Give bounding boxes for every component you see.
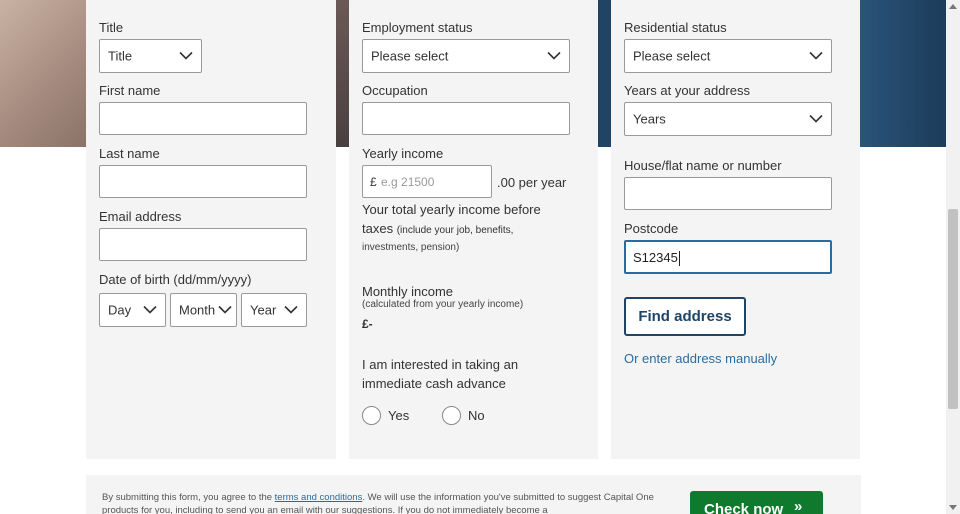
cash-advance-yes-radio[interactable] (362, 406, 381, 425)
consent-text-start: By submitting this form, you agree to th… (102, 492, 275, 503)
income-help-line2: taxes (include your job, benefits, (362, 221, 513, 236)
cash-advance-yes-label[interactable]: Yes (388, 408, 409, 423)
employment-panel: Employment status Please select Occupati… (349, 0, 598, 459)
cash-advance-line1: I am interested in taking an (362, 357, 519, 372)
house-input[interactable] (624, 177, 832, 210)
find-address-button[interactable]: Find address (624, 297, 746, 336)
dob-year-value: Year (250, 302, 277, 318)
postcode-value: S12345 (633, 250, 678, 265)
chevron-down-icon (547, 51, 561, 60)
postcode-input-wrap: S12345 (633, 250, 680, 267)
dob-month-value: Month (179, 302, 216, 318)
scroll-thumb[interactable] (948, 209, 958, 409)
last-name-label: Last name (99, 146, 160, 161)
income-help-taxes: taxes (362, 221, 394, 236)
employment-select[interactable]: Please select (362, 39, 570, 73)
yearly-income-input[interactable]: £ e.g 21500 (362, 165, 492, 198)
income-help-line1: Your total yearly income before (362, 202, 541, 217)
dob-day-value: Day (108, 302, 132, 318)
chevron-down-icon (218, 305, 232, 314)
postcode-label: Postcode (624, 221, 679, 236)
years-at-address-select[interactable]: Years (624, 102, 832, 136)
yearly-income-placeholder: e.g 21500 (381, 175, 435, 189)
monthly-income-sub: (calculated from your yearly income) (362, 299, 524, 310)
residential-label: Residential status (624, 20, 727, 35)
title-label: Title (99, 20, 124, 35)
hero-photo-far-right (860, 0, 946, 147)
income-help-line3: investments, pension) (362, 242, 460, 253)
personal-details-panel: Title Title First name Last name Email a… (86, 0, 336, 459)
currency-symbol: £ (370, 175, 377, 189)
house-label: House/flat name or number (624, 158, 782, 173)
hero-photo-right (598, 0, 611, 147)
cash-advance-no-label[interactable]: No (468, 408, 485, 423)
residential-select[interactable]: Please select (624, 39, 832, 73)
hero-photo-left (0, 0, 86, 147)
chevron-down-icon (284, 305, 298, 314)
years-select-value: Years (633, 111, 666, 127)
yearly-income-label: Yearly income (362, 146, 444, 161)
first-name-label: First name (99, 83, 161, 98)
email-input[interactable] (99, 228, 307, 261)
double-chevron-right-icon: » (794, 498, 803, 514)
dob-label: Date of birth (dd/mm/yyyy) (99, 272, 252, 287)
employment-select-value: Please select (371, 48, 449, 64)
cash-advance-no-radio[interactable] (442, 406, 461, 425)
monthly-income-value: £- (362, 317, 373, 331)
income-help-include: (include your job, benefits, (396, 225, 514, 236)
dob-year-select[interactable]: Year (241, 293, 307, 327)
chevron-down-icon (143, 305, 157, 314)
page-scrollbar[interactable] (946, 0, 960, 514)
check-now-button[interactable]: Check now » (690, 491, 823, 514)
per-year-suffix: .00 per year (497, 175, 567, 190)
title-select[interactable]: Title (99, 39, 202, 73)
chevron-down-icon (809, 51, 823, 60)
dob-month-select[interactable]: Month (170, 293, 237, 327)
first-name-input[interactable] (99, 102, 307, 135)
monthly-income-label: Monthly income (362, 284, 454, 299)
last-name-input[interactable] (99, 165, 307, 198)
chevron-down-icon (809, 114, 823, 123)
occupation-label: Occupation (362, 83, 428, 98)
cash-advance-line2: immediate cash advance (362, 376, 506, 391)
scroll-down-icon[interactable] (949, 505, 957, 510)
postcode-input[interactable]: S12345 (624, 240, 832, 274)
years-at-address-label: Years at your address (624, 83, 750, 98)
email-label: Email address (99, 209, 182, 224)
address-panel: Residential status Please select Years a… (611, 0, 860, 459)
text-caret (678, 251, 680, 267)
enter-address-manually-link[interactable]: Or enter address manually (624, 351, 777, 366)
consent-text: By submitting this form, you agree to th… (102, 491, 662, 514)
chevron-down-icon (179, 51, 193, 60)
title-select-value: Title (108, 48, 133, 64)
residential-select-value: Please select (633, 48, 711, 64)
occupation-input[interactable] (362, 102, 570, 135)
employment-label: Employment status (362, 20, 473, 35)
submit-footer: By submitting this form, you agree to th… (86, 475, 861, 514)
terms-link[interactable]: terms and conditions (275, 492, 363, 503)
check-now-label: Check now (704, 501, 784, 514)
scroll-up-icon[interactable] (949, 4, 957, 9)
dob-day-select[interactable]: Day (99, 293, 166, 327)
hero-photo-middle (336, 0, 349, 147)
